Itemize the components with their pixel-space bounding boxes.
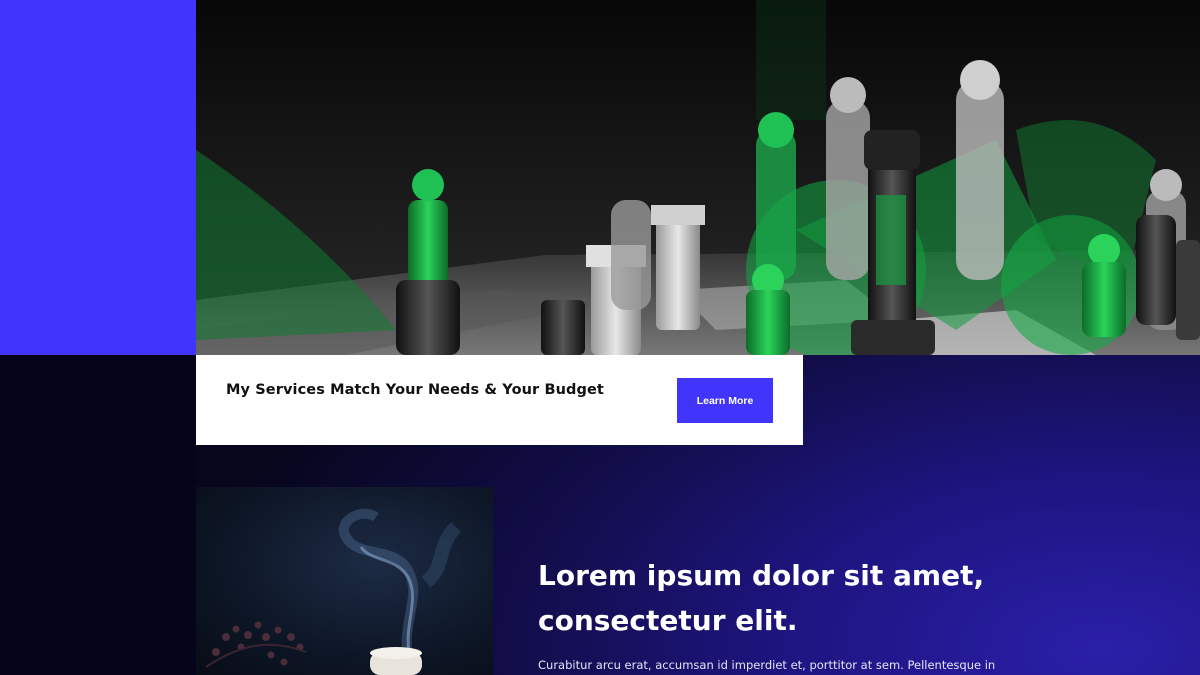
- feature-paragraph: Curabitur arcu erat, accumsan id imperdi…: [538, 658, 996, 672]
- blue-accent-block: [0, 0, 196, 355]
- left-dark-panel: [0, 355, 196, 675]
- feature-headline: Lorem ipsum dolor sit amet, consectetur …: [538, 553, 1058, 643]
- chess-pieces-photo: [196, 0, 1200, 355]
- services-title: My Services Match Your Needs & Your Budg…: [226, 382, 604, 398]
- learn-more-button[interactable]: Learn More: [677, 378, 773, 423]
- services-card: My Services Match Your Needs & Your Budg…: [196, 355, 803, 445]
- hero-chess-image: [196, 0, 1200, 355]
- headline-line-2: consectetur elit.: [538, 604, 798, 637]
- headline-line-1: Lorem ipsum dolor sit amet,: [538, 559, 985, 592]
- incense-smoke-photo: [205, 508, 462, 675]
- incense-photo: [196, 487, 493, 675]
